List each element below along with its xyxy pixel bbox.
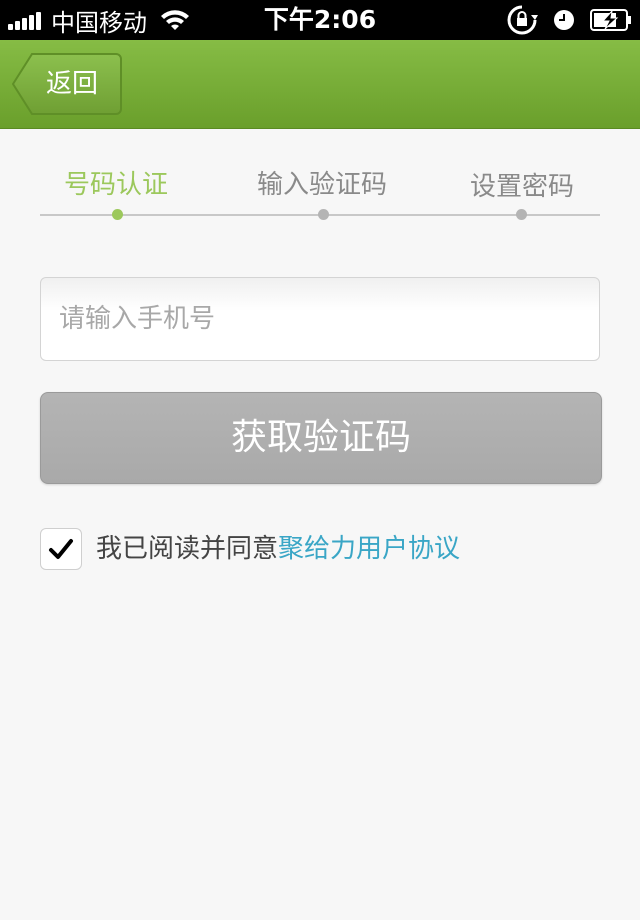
agreement-checkbox[interactable] <box>40 528 82 570</box>
rotation-lock-icon <box>506 4 538 36</box>
step-label-set-password: 设置密码 <box>470 172 575 202</box>
step-dot-1 <box>112 209 123 220</box>
get-code-button[interactable]: 获取验证码 <box>40 392 602 484</box>
user-agreement-link[interactable]: 聚给力用户协议 <box>278 534 460 564</box>
status-bar: 中国移动 下午2:06 <box>0 0 640 40</box>
battery-charging-icon <box>590 9 632 31</box>
back-button[interactable]: 返回 <box>12 53 122 115</box>
phone-number-input[interactable] <box>40 277 600 361</box>
status-right <box>492 0 632 40</box>
alarm-clock-icon <box>552 8 576 32</box>
step-label-verify-number: 号码认证 <box>64 170 169 200</box>
step-label-enter-code: 输入验证码 <box>257 170 388 200</box>
nav-bar: 返回 <box>0 40 640 129</box>
step-dot-3 <box>516 209 527 220</box>
agreement-text: 我已阅读并同意聚给力用户协议 <box>96 532 460 566</box>
step-dot-2 <box>318 209 329 220</box>
agreement-prefix: 我已阅读并同意 <box>96 534 279 564</box>
back-label: 返回 <box>46 69 99 99</box>
checkmark-icon <box>49 539 73 559</box>
